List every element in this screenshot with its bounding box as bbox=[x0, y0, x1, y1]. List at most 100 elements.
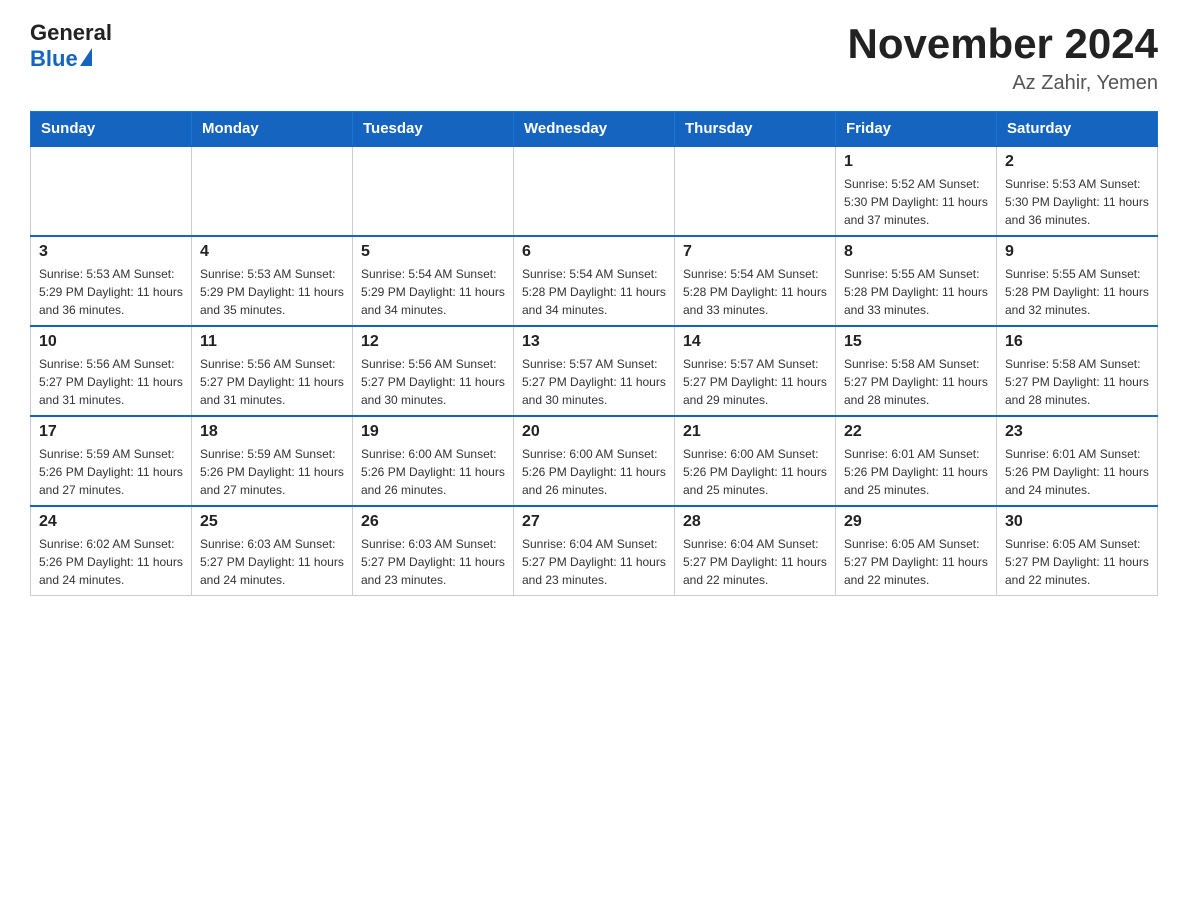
day-number: 24 bbox=[39, 513, 183, 531]
calendar-cell: 9 Sunrise: 5:55 AM Sunset: 5:28 PM Daylig… bbox=[997, 236, 1158, 326]
weekday-header-monday: Monday bbox=[192, 112, 353, 147]
calendar-cell: 13 Sunrise: 5:57 AM Sunset: 5:27 PM Dayli… bbox=[514, 326, 675, 416]
day-info: Sunrise: 5:56 AM Sunset: 5:27 PM Dayligh… bbox=[361, 355, 505, 409]
day-info: Sunrise: 5:56 AM Sunset: 5:27 PM Dayligh… bbox=[39, 355, 183, 409]
calendar-cell: 15Sunrise: 5:58 AM Sunset: 5:27 PM Dayli… bbox=[836, 326, 997, 416]
day-info: Sunrise: 5:54 AM Sunset: 5:29 PM Dayligh… bbox=[361, 265, 505, 319]
calendar-cell bbox=[192, 146, 353, 236]
calendar-cell: 6Sunrise: 5:54 AM Sunset: 5:28 PM Daylig… bbox=[514, 236, 675, 326]
day-number: 25 bbox=[200, 513, 344, 531]
calendar-cell: 17Sunrise: 5:59 AM Sunset: 5:26 PM Dayli… bbox=[31, 416, 192, 506]
day-number: 13 bbox=[522, 333, 666, 351]
day-number: 5 bbox=[361, 243, 505, 261]
day-info: Sunrise: 5:59 AM Sunset: 5:26 PM Dayligh… bbox=[200, 445, 344, 499]
day-info: Sunrise: 5:53 AM Sunset: 5:30 PM Dayligh… bbox=[1005, 175, 1149, 229]
day-info: Sunrise: 5:54 AM Sunset: 5:28 PM Dayligh… bbox=[683, 265, 827, 319]
calendar-cell: 29 Sunrise: 6:05 AM Sunset: 5:27 PM Dayli… bbox=[836, 506, 997, 596]
day-number: 7 bbox=[683, 243, 827, 261]
day-info: Sunrise: 5:52 AM Sunset: 5:30 PM Dayligh… bbox=[844, 175, 988, 229]
day-number: 1 bbox=[844, 153, 988, 171]
calendar-cell: 25Sunrise: 6:03 AM Sunset: 5:27 PM Dayli… bbox=[192, 506, 353, 596]
day-number: 16 bbox=[1005, 333, 1149, 351]
day-number: 29 bbox=[844, 513, 988, 531]
calendar-cell: 27 Sunrise: 6:04 AM Sunset: 5:27 PM Dayli… bbox=[514, 506, 675, 596]
day-info: Sunrise: 6:05 AM Sunset: 5:27 PM Dayligh… bbox=[844, 535, 988, 589]
weekday-header-sunday: Sunday bbox=[31, 112, 192, 147]
calendar-cell: 14 Sunrise: 5:57 AM Sunset: 5:27 PM Dayli… bbox=[675, 326, 836, 416]
day-info: Sunrise: 6:01 AM Sunset: 5:26 PM Dayligh… bbox=[844, 445, 988, 499]
calendar-header-row: SundayMondayTuesdayWednesdayThursdayFrid… bbox=[31, 112, 1158, 147]
calendar-cell: 10 Sunrise: 5:56 AM Sunset: 5:27 PM Dayli… bbox=[31, 326, 192, 416]
day-number: 12 bbox=[361, 333, 505, 351]
day-number: 19 bbox=[361, 423, 505, 441]
day-info: Sunrise: 6:05 AM Sunset: 5:27 PM Dayligh… bbox=[1005, 535, 1149, 589]
week-row-4: 17Sunrise: 5:59 AM Sunset: 5:26 PM Dayli… bbox=[31, 416, 1158, 506]
weekday-header-saturday: Saturday bbox=[997, 112, 1158, 147]
calendar-cell: 19 Sunrise: 6:00 AM Sunset: 5:26 PM Dayli… bbox=[353, 416, 514, 506]
calendar-cell: 16 Sunrise: 5:58 AM Sunset: 5:27 PM Dayli… bbox=[997, 326, 1158, 416]
calendar-cell: 3Sunrise: 5:53 AM Sunset: 5:29 PM Daylig… bbox=[31, 236, 192, 326]
page-title: November 2024 bbox=[847, 20, 1158, 68]
day-info: Sunrise: 6:04 AM Sunset: 5:27 PM Dayligh… bbox=[683, 535, 827, 589]
day-number: 11 bbox=[200, 333, 344, 351]
day-number: 30 bbox=[1005, 513, 1149, 531]
calendar-cell bbox=[514, 146, 675, 236]
day-info: Sunrise: 5:59 AM Sunset: 5:26 PM Dayligh… bbox=[39, 445, 183, 499]
day-number: 9 bbox=[1005, 243, 1149, 261]
day-info: Sunrise: 5:56 AM Sunset: 5:27 PM Dayligh… bbox=[200, 355, 344, 409]
day-info: Sunrise: 6:04 AM Sunset: 5:27 PM Dayligh… bbox=[522, 535, 666, 589]
day-info: Sunrise: 5:58 AM Sunset: 5:27 PM Dayligh… bbox=[1005, 355, 1149, 409]
weekday-header-friday: Friday bbox=[836, 112, 997, 147]
weekday-header-tuesday: Tuesday bbox=[353, 112, 514, 147]
calendar-cell: 30 Sunrise: 6:05 AM Sunset: 5:27 PM Dayli… bbox=[997, 506, 1158, 596]
day-number: 8 bbox=[844, 243, 988, 261]
page-subtitle: Az Zahir, Yemen bbox=[847, 72, 1158, 95]
calendar-cell: 2 Sunrise: 5:53 AM Sunset: 5:30 PM Daylig… bbox=[997, 146, 1158, 236]
calendar-cell: 8 Sunrise: 5:55 AM Sunset: 5:28 PM Daylig… bbox=[836, 236, 997, 326]
day-number: 27 bbox=[522, 513, 666, 531]
calendar-cell: 23Sunrise: 6:01 AM Sunset: 5:26 PM Dayli… bbox=[997, 416, 1158, 506]
calendar-cell bbox=[675, 146, 836, 236]
day-info: Sunrise: 5:53 AM Sunset: 5:29 PM Dayligh… bbox=[200, 265, 344, 319]
day-number: 18 bbox=[200, 423, 344, 441]
day-info: Sunrise: 5:55 AM Sunset: 5:28 PM Dayligh… bbox=[844, 265, 988, 319]
calendar-cell: 28Sunrise: 6:04 AM Sunset: 5:27 PM Dayli… bbox=[675, 506, 836, 596]
logo-blue-text: Blue bbox=[30, 46, 92, 72]
week-row-5: 24 Sunrise: 6:02 AM Sunset: 5:26 PM Dayli… bbox=[31, 506, 1158, 596]
day-number: 2 bbox=[1005, 153, 1149, 171]
day-number: 21 bbox=[683, 423, 827, 441]
day-number: 20 bbox=[522, 423, 666, 441]
weekday-header-wednesday: Wednesday bbox=[514, 112, 675, 147]
week-row-2: 3Sunrise: 5:53 AM Sunset: 5:29 PM Daylig… bbox=[31, 236, 1158, 326]
calendar-cell bbox=[353, 146, 514, 236]
day-info: Sunrise: 6:02 AM Sunset: 5:26 PM Dayligh… bbox=[39, 535, 183, 589]
header: General Blue November 2024 Az Zahir, Yem… bbox=[30, 20, 1158, 95]
day-info: Sunrise: 6:00 AM Sunset: 5:26 PM Dayligh… bbox=[683, 445, 827, 499]
day-info: Sunrise: 6:01 AM Sunset: 5:26 PM Dayligh… bbox=[1005, 445, 1149, 499]
day-info: Sunrise: 5:58 AM Sunset: 5:27 PM Dayligh… bbox=[844, 355, 988, 409]
calendar-table: SundayMondayTuesdayWednesdayThursdayFrid… bbox=[30, 111, 1158, 596]
day-info: Sunrise: 5:57 AM Sunset: 5:27 PM Dayligh… bbox=[683, 355, 827, 409]
day-number: 22 bbox=[844, 423, 988, 441]
day-info: Sunrise: 6:03 AM Sunset: 5:27 PM Dayligh… bbox=[361, 535, 505, 589]
weekday-header-thursday: Thursday bbox=[675, 112, 836, 147]
calendar-cell bbox=[31, 146, 192, 236]
title-area: November 2024 Az Zahir, Yemen bbox=[847, 20, 1158, 95]
day-number: 4 bbox=[200, 243, 344, 261]
calendar-cell: 7 Sunrise: 5:54 AM Sunset: 5:28 PM Daylig… bbox=[675, 236, 836, 326]
day-info: Sunrise: 5:55 AM Sunset: 5:28 PM Dayligh… bbox=[1005, 265, 1149, 319]
calendar-cell: 22 Sunrise: 6:01 AM Sunset: 5:26 PM Dayli… bbox=[836, 416, 997, 506]
day-number: 26 bbox=[361, 513, 505, 531]
day-info: Sunrise: 6:00 AM Sunset: 5:26 PM Dayligh… bbox=[361, 445, 505, 499]
logo-triangle-icon bbox=[80, 48, 92, 66]
day-number: 14 bbox=[683, 333, 827, 351]
calendar-cell: 12 Sunrise: 5:56 AM Sunset: 5:27 PM Dayli… bbox=[353, 326, 514, 416]
calendar-cell: 5 Sunrise: 5:54 AM Sunset: 5:29 PM Daylig… bbox=[353, 236, 514, 326]
calendar-cell: 24 Sunrise: 6:02 AM Sunset: 5:26 PM Dayli… bbox=[31, 506, 192, 596]
calendar-cell: 21 Sunrise: 6:00 AM Sunset: 5:26 PM Dayli… bbox=[675, 416, 836, 506]
day-info: Sunrise: 5:57 AM Sunset: 5:27 PM Dayligh… bbox=[522, 355, 666, 409]
day-number: 10 bbox=[39, 333, 183, 351]
calendar-cell: 18 Sunrise: 5:59 AM Sunset: 5:26 PM Dayli… bbox=[192, 416, 353, 506]
day-number: 6 bbox=[522, 243, 666, 261]
day-info: Sunrise: 6:00 AM Sunset: 5:26 PM Dayligh… bbox=[522, 445, 666, 499]
